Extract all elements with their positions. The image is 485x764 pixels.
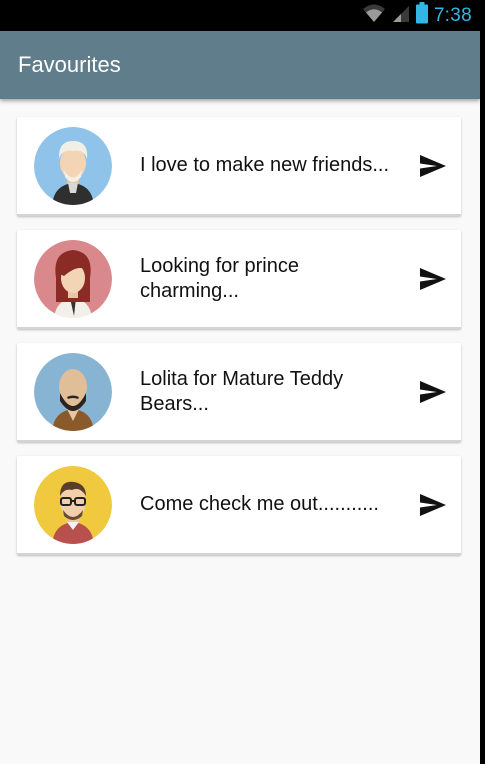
favourite-card[interactable]: Come check me out........... xyxy=(17,456,461,555)
send-icon[interactable] xyxy=(419,491,447,519)
send-icon[interactable] xyxy=(419,265,447,293)
wifi-icon xyxy=(362,3,386,28)
phone-screen: 7:38 Favourites I love to make new frien… xyxy=(0,0,480,764)
favourite-card[interactable]: Lolita for Mature Teddy Bears... xyxy=(17,343,461,442)
favourite-message: Looking for prince charming... xyxy=(140,254,299,302)
favourite-message: Lolita for Mature Teddy Bears... xyxy=(140,367,344,415)
app-bar: Favourites xyxy=(0,31,480,99)
favourite-card[interactable]: Looking for prince charming... xyxy=(17,230,461,329)
red-haired-woman-avatar-icon[interactable] xyxy=(34,239,112,318)
bearded-bald-man-avatar-icon[interactable] xyxy=(34,352,112,431)
status-time: 7:38 xyxy=(433,4,472,26)
status-bar: 7:38 xyxy=(0,0,480,31)
send-icon[interactable] xyxy=(419,152,447,180)
favourite-message: I love to make new friends... xyxy=(140,154,390,176)
battery-icon xyxy=(415,2,428,29)
signal-icon xyxy=(392,3,410,28)
send-icon[interactable] xyxy=(419,378,447,406)
glasses-man-avatar-icon[interactable] xyxy=(34,465,112,544)
favourite-card[interactable]: I love to make new friends... xyxy=(17,117,461,216)
page-title: Favourites xyxy=(18,52,121,77)
blond-man-avatar-icon[interactable] xyxy=(34,126,112,205)
favourite-message: Come check me out........... xyxy=(140,493,379,515)
favourites-list: I love to make new friends... Looking fo… xyxy=(0,99,480,555)
